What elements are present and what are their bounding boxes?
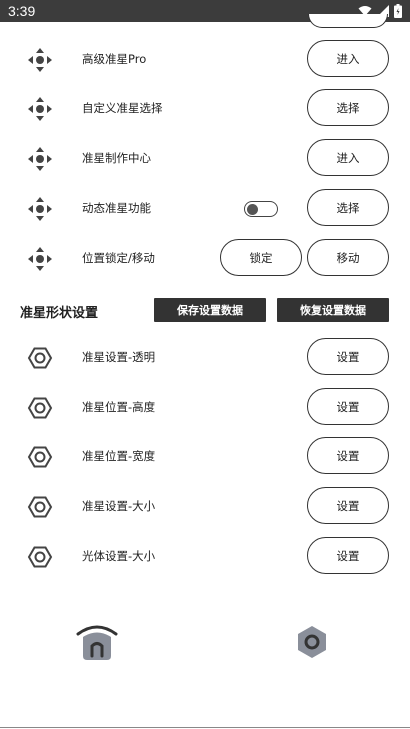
section-title: 准星形状设置 bbox=[20, 306, 99, 321]
hexagon-nut-icon bbox=[27, 446, 53, 468]
row-label: 位置锁定/移动 bbox=[82, 251, 155, 265]
hexagon-nut-icon bbox=[27, 496, 53, 518]
row-crosshair-size: 准星设置-大小 设置 bbox=[0, 487, 410, 525]
battery-icon bbox=[394, 4, 402, 18]
move-arrows-icon bbox=[28, 97, 52, 121]
row-label: 自定义准星选择 bbox=[82, 101, 163, 115]
set-button[interactable]: 设置 bbox=[307, 437, 389, 474]
row-crosshair-width: 准星位置-宽度 设置 bbox=[0, 437, 410, 475]
row-crosshair-height: 准星位置-高度 设置 bbox=[0, 388, 410, 426]
row-light-size: 光体设置-大小 设置 bbox=[0, 537, 410, 575]
row-label: 准星设置-大小 bbox=[82, 499, 156, 513]
set-button[interactable]: 设置 bbox=[307, 338, 389, 375]
hexagon-nut-icon bbox=[27, 397, 53, 419]
row-label: 光体设置-大小 bbox=[82, 549, 156, 563]
row-dynamic-crosshair: 动态准星功能 选择 bbox=[0, 189, 410, 227]
row-position-lock-move: 位置锁定/移动 锁定 移动 bbox=[0, 239, 410, 277]
scrolled-button-edge bbox=[308, 14, 388, 28]
row-label: 高级准星Pro bbox=[82, 52, 147, 66]
settings-hex-icon[interactable] bbox=[294, 624, 330, 660]
toggle-knob bbox=[247, 203, 258, 215]
set-button[interactable]: 设置 bbox=[307, 388, 389, 425]
select-button[interactable]: 选择 bbox=[307, 189, 389, 226]
dynamic-crosshair-toggle[interactable] bbox=[244, 201, 278, 217]
move-arrows-icon bbox=[28, 147, 52, 171]
bottom-divider bbox=[0, 727, 410, 728]
row-label: 准星制作中心 bbox=[82, 151, 151, 165]
select-button[interactable]: 选择 bbox=[307, 89, 389, 126]
home-icon[interactable] bbox=[76, 622, 118, 662]
set-button[interactable]: 设置 bbox=[307, 537, 389, 574]
row-label: 动态准星功能 bbox=[82, 201, 151, 215]
row-crosshair-maker: 准星制作中心 进入 bbox=[0, 139, 410, 177]
set-button[interactable]: 设置 bbox=[307, 487, 389, 524]
save-settings-button[interactable]: 保存设置数据 bbox=[154, 298, 266, 322]
restore-settings-button[interactable]: 恢复设置数据 bbox=[277, 298, 389, 322]
row-custom-crosshair: 自定义准星选择 选择 bbox=[0, 89, 410, 127]
row-advanced-crosshair: 高级准星Pro 进入 bbox=[0, 40, 410, 78]
lock-button[interactable]: 锁定 bbox=[220, 239, 302, 276]
move-button[interactable]: 移动 bbox=[307, 239, 389, 276]
enter-button[interactable]: 进入 bbox=[307, 40, 389, 77]
status-time: 3:39 bbox=[8, 3, 36, 19]
row-label: 准星位置-宽度 bbox=[82, 449, 156, 463]
hexagon-nut-icon bbox=[27, 347, 53, 369]
move-arrows-icon bbox=[28, 48, 52, 72]
row-label: 准星设置-透明 bbox=[82, 350, 156, 364]
move-arrows-icon bbox=[28, 247, 52, 271]
row-crosshair-transparency: 准星设置-透明 设置 bbox=[0, 338, 410, 376]
hexagon-nut-icon bbox=[27, 546, 53, 568]
enter-button[interactable]: 进入 bbox=[307, 139, 389, 176]
row-label: 准星位置-高度 bbox=[82, 400, 156, 414]
move-arrows-icon bbox=[28, 197, 52, 221]
